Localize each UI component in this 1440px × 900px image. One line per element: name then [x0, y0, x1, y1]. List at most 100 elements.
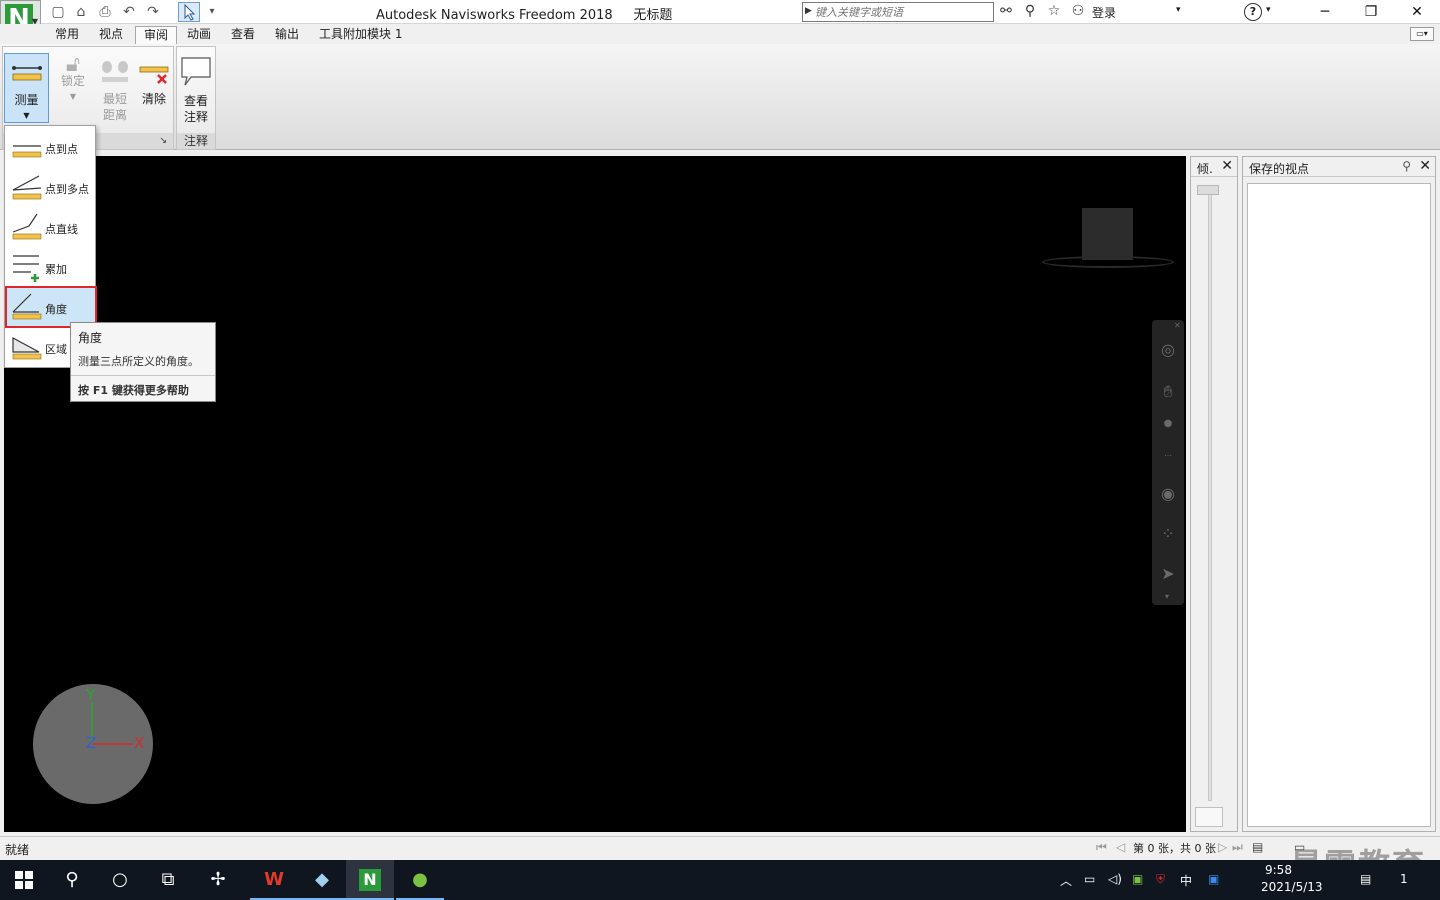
subscription-icon[interactable]: ⚲ — [1020, 3, 1040, 21]
tray-expand-icon[interactable]: ︿ — [1060, 872, 1072, 889]
qq-icon[interactable]: ▣ — [1208, 872, 1219, 886]
app-name: Autodesk Navisworks Freedom 2018 — [376, 8, 613, 23]
walk-footprints-icon[interactable]: ⁘ — [1158, 524, 1178, 544]
volume-icon[interactable]: ◁) — [1108, 872, 1122, 886]
user-icon[interactable]: ⚇ — [1068, 3, 1088, 21]
tab-review[interactable]: 审阅 — [135, 26, 178, 44]
navbar-more-icon[interactable]: ▾ — [1165, 592, 1169, 601]
point-to-multiple-icon — [12, 175, 42, 200]
clear-button[interactable]: 清除 — [136, 53, 172, 123]
first-sheet-icon[interactable]: ⏮ — [1096, 840, 1107, 855]
pinwheel-app-icon[interactable]: ✢ — [194, 860, 242, 900]
ime-indicator[interactable]: 中 — [1180, 872, 1192, 889]
help-dropdown-icon[interactable]: ▾ — [1266, 5, 1271, 15]
binoculars-icon[interactable]: ⚯ — [996, 3, 1016, 21]
point-to-point-icon — [12, 145, 42, 158]
ribbon — [0, 44, 1440, 150]
ribbon-minimize-icon[interactable]: ▭▾ — [1410, 27, 1434, 41]
tab-addins[interactable]: 工具附加模块 1 — [311, 26, 410, 44]
quick-access-dropdown-icon[interactable]: ▾ — [202, 3, 222, 21]
orbit-icon[interactable]: ◉ — [1158, 484, 1178, 504]
shortest-distance-label-1: 最短 — [102, 92, 127, 106]
search-input[interactable] — [815, 4, 991, 20]
close-icon[interactable]: ✕ — [1419, 158, 1431, 174]
shortest-distance-icon — [102, 61, 128, 82]
shortest-distance-button[interactable]: 最短 距离 — [96, 53, 134, 123]
menu-item-point-to-multiple[interactable]: 点到多点 — [7, 168, 95, 206]
cortana-icon[interactable]: ○ — [96, 860, 144, 900]
search-expand-icon[interactable]: ▶ — [805, 6, 812, 16]
viewcube-compass-ring[interactable] — [1042, 256, 1174, 268]
wps-office-icon[interactable]: W — [250, 860, 298, 900]
notification-center-icon[interactable]: 1 — [1400, 872, 1408, 886]
new-file-icon[interactable]: ▢ — [48, 3, 68, 21]
login-button[interactable]: 登录 — [1092, 4, 1116, 21]
view-comments-button[interactable]: 查看 注释 — [178, 53, 214, 127]
clock-date[interactable]: 2021/5/13 — [1261, 880, 1323, 894]
clock-time[interactable]: 9:58 — [1265, 863, 1292, 877]
tilt-slider-track[interactable] — [1208, 189, 1212, 801]
navbar-close-icon[interactable]: ✕ — [1174, 321, 1181, 330]
close-icon[interactable]: ✕ — [1221, 158, 1233, 174]
measure-label: 测量 — [14, 93, 39, 107]
menu-item-point-line[interactable]: 点直线 — [7, 208, 95, 246]
print-icon[interactable]: ⎙ — [95, 3, 115, 21]
tab-viewpoint[interactable]: 视点 — [91, 26, 131, 44]
undo-icon[interactable]: ↶ — [119, 3, 139, 21]
task-view-icon[interactable]: ⧉ — [144, 860, 192, 900]
zoom-dropdown-icon[interactable]: ⋯ — [1158, 446, 1178, 466]
menu-item-point-to-point[interactable]: 点到点 — [7, 128, 95, 166]
network-icon[interactable]: ▭ — [1084, 872, 1095, 886]
search-box[interactable]: ▶ — [802, 2, 994, 22]
menu-item-angle[interactable]: 角度 — [5, 286, 97, 328]
notes-panel-label: 注释 — [177, 133, 215, 149]
green-app-icon[interactable]: ● — [396, 860, 444, 900]
select-cursor-icon[interactable]: ➤ — [1158, 564, 1178, 584]
navisworks-taskbar-icon[interactable]: N — [346, 860, 394, 900]
search-icon[interactable]: ⚲ — [48, 860, 96, 900]
pan-hand-icon[interactable]: ✋︎ — [1158, 382, 1178, 402]
view-comments-label-1: 查看 — [183, 94, 208, 108]
close-button[interactable]: ✕ — [1394, 0, 1440, 24]
tooltip: 角度 测量三点所定义的角度。 按 F1 键获得更多帮助 — [70, 322, 216, 402]
select-tool-button[interactable] — [178, 2, 200, 22]
lock-dropdown-icon: ▼ — [69, 92, 77, 101]
measure-button[interactable]: 测量 ▼ — [4, 53, 49, 123]
tooltip-help: 按 F1 键获得更多帮助 — [78, 384, 189, 397]
menu-item-accumulate[interactable]: 累加 — [7, 248, 95, 286]
tab-output[interactable]: 输出 — [267, 26, 307, 44]
panel-launcher-icon[interactable]: ↘ — [159, 133, 167, 149]
tilt-value-box[interactable] — [1195, 807, 1223, 827]
notes-icon[interactable]: ▤ — [1360, 872, 1371, 886]
tab-home[interactable]: 常用 — [47, 26, 87, 44]
tilt-panel-title: 倾. — [1197, 162, 1213, 176]
last-sheet-icon[interactable]: ⏭ — [1232, 840, 1243, 855]
restore-button[interactable]: ❐ — [1348, 0, 1394, 24]
security-shield-icon[interactable]: ⛨ — [1156, 872, 1165, 887]
nvidia-icon[interactable]: ▣ — [1132, 872, 1143, 886]
steering-wheel-icon[interactable]: ◎ — [1158, 340, 1178, 360]
lock-icon: 🔓︎ — [65, 52, 81, 77]
navigation-bar: ✕ ◎ ✋︎ ● ⋯ ◉ ⁘ ➤ ▾ — [1152, 320, 1184, 605]
pin-icon[interactable]: ⚲ — [1402, 159, 1411, 173]
saved-viewpoints-list[interactable] — [1247, 183, 1431, 827]
previous-sheet-icon[interactable]: ◁ — [1116, 840, 1125, 854]
sheet-browser-icon[interactable]: ▤ — [1252, 840, 1263, 854]
tab-animation[interactable]: 动画 — [179, 26, 219, 44]
zoom-icon[interactable]: ● — [1158, 414, 1178, 434]
help-icon[interactable]: ? — [1244, 3, 1262, 21]
explorer-app-icon[interactable]: ◆ — [298, 860, 346, 900]
windows-start-icon[interactable] — [0, 860, 48, 900]
redo-icon[interactable]: ↷ — [143, 3, 163, 21]
lock-button[interactable]: 🔓︎ 锁定 ▼ — [54, 53, 92, 123]
favorites-star-icon[interactable]: ☆ — [1044, 3, 1064, 21]
viewcube[interactable] — [1082, 208, 1133, 260]
minimize-button[interactable]: ─ — [1302, 0, 1348, 24]
open-file-icon[interactable]: ⌂ — [71, 3, 91, 21]
tab-view[interactable]: 查看 — [223, 26, 263, 44]
sheet-count: 第 0 张，共 0 张 — [1133, 842, 1216, 855]
3d-viewport[interactable] — [4, 156, 1186, 832]
next-sheet-icon[interactable]: ▷ — [1218, 840, 1227, 854]
tilt-slider-thumb[interactable] — [1197, 185, 1219, 195]
login-dropdown-icon[interactable]: ▾ — [1176, 5, 1181, 15]
